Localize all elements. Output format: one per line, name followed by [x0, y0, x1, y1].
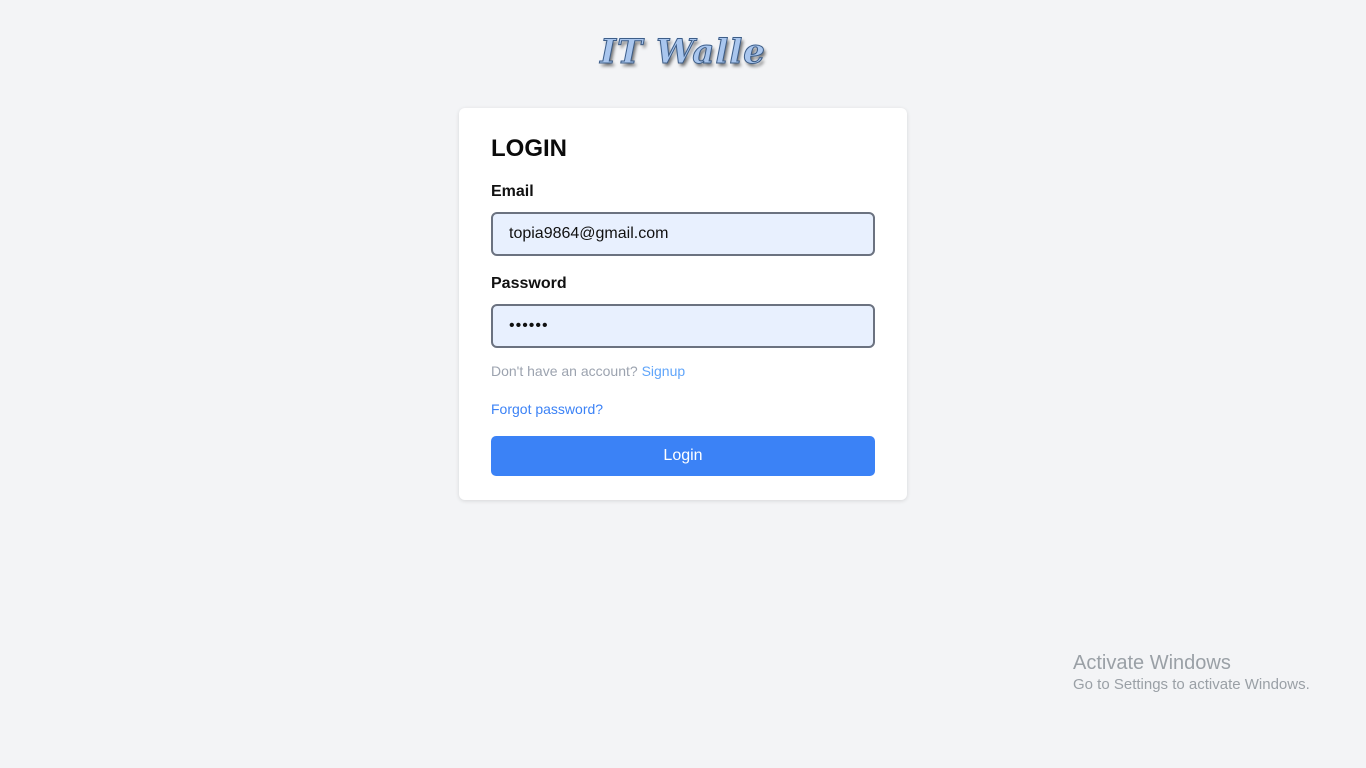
- password-label: Password: [491, 275, 567, 292]
- activate-windows-watermark: Activate Windows Go to Settings to activ…: [1073, 651, 1310, 695]
- email-field[interactable]: [491, 212, 875, 256]
- watermark-subtitle: Go to Settings to activate Windows.: [1073, 676, 1310, 693]
- signup-prompt-text: Don't have an account?: [491, 363, 638, 379]
- signup-link[interactable]: Signup: [642, 363, 686, 379]
- login-card: LOGIN Email Password •••••• Don't have a…: [459, 108, 907, 500]
- password-field[interactable]: ••••••: [491, 304, 875, 348]
- login-button[interactable]: Login: [491, 436, 875, 476]
- watermark-title: Activate Windows: [1073, 652, 1231, 674]
- email-label: Email: [491, 183, 534, 200]
- brand-logo: IT Walle: [600, 32, 766, 73]
- page: IT Walle LOGIN Email Password •••••• Don…: [0, 0, 1366, 768]
- forgot-password-link[interactable]: Forgot password?: [491, 401, 603, 417]
- signup-prompt-line: Don't have an account? Signup: [491, 363, 685, 379]
- login-title: LOGIN: [491, 135, 567, 162]
